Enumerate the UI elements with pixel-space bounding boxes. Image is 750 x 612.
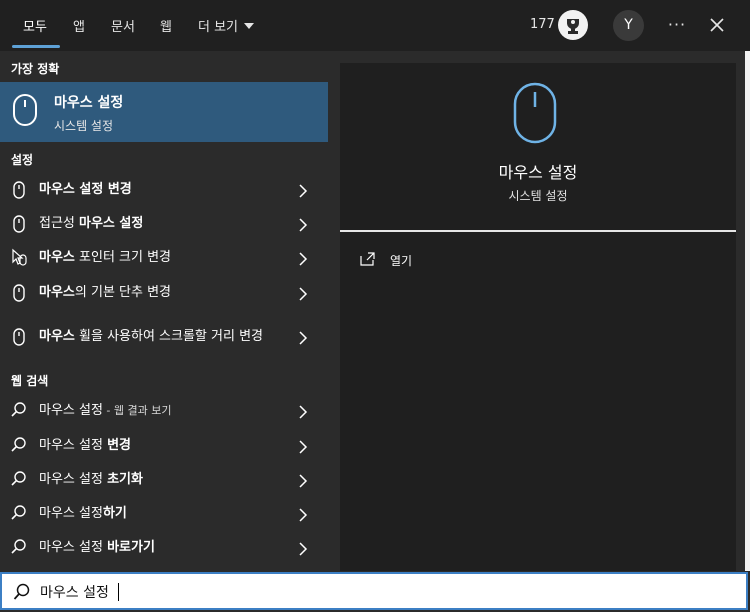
label-part: 마우스 설정 [79, 216, 144, 231]
web-search-item[interactable]: 마우스 설정 - 웹 결과 보기 [0, 394, 328, 428]
chevron-right-icon[interactable] [298, 439, 308, 454]
label-part: 초기화 [107, 472, 143, 487]
text-cursor [118, 583, 119, 601]
tab-all[interactable]: 모두 [23, 16, 47, 35]
search-icon [13, 583, 30, 600]
web-search-item-label: 마우스 설정하기 [39, 504, 279, 524]
open-action-label: 열기 [390, 254, 413, 268]
rewards-points: 177 [530, 17, 555, 32]
open-icon [360, 252, 375, 266]
settings-item[interactable]: 마우스 설정 변경 [0, 173, 328, 207]
search-icon [10, 538, 28, 558]
settings-item-label: 마우스의 기본 단추 변경 [39, 283, 279, 303]
pointer-icon [10, 248, 28, 268]
best-match-title: 마우스 설정 [54, 95, 124, 111]
label-part: 마우스 설정 [39, 540, 108, 555]
web-search-item[interactable]: 마우스 설정하기 [0, 497, 328, 531]
settings-item[interactable]: 마우스 포인터 크기 변경 [0, 241, 328, 275]
label-part: 하기 [102, 506, 127, 521]
chevron-right-icon[interactable] [298, 473, 308, 488]
tab-documents[interactable]: 문서 [111, 16, 135, 35]
settings-item-label: 접근성 마우스 설정 [39, 214, 279, 234]
settings-item[interactable]: 마우스 휠을 사용하여 스크롤할 거리 변경 [0, 312, 328, 362]
chevron-right-icon[interactable] [298, 251, 308, 266]
web-search-item[interactable]: 마우스 설정 변경 [0, 429, 328, 463]
open-action[interactable]: 열기 [360, 250, 480, 272]
chevron-right-icon[interactable] [298, 404, 308, 419]
mouse-icon [10, 180, 28, 200]
results-panel: 가장 정확 마우스 설정 시스템 설정 설정 마우스 설정 변경 접근성 마우스 … [0, 51, 328, 571]
more-options-icon[interactable]: ··· [667, 10, 687, 40]
label-part: 마우스 설정 [39, 472, 108, 487]
best-match-subtitle: 시스템 설정 [54, 119, 114, 133]
mouse-icon [10, 214, 28, 234]
search-icon [10, 436, 28, 456]
settings-item-label: 마우스 포인터 크기 변경 [39, 248, 279, 268]
label-part: - 웹 결과 보기 [102, 404, 172, 417]
settings-item-label: 마우스 휠을 사용하여 스크롤할 거리 변경 [39, 327, 279, 347]
label-part: 마우스 설정 [39, 438, 108, 453]
mouse-icon [513, 82, 557, 144]
chevron-right-icon[interactable] [298, 183, 308, 198]
search-bar [0, 572, 748, 610]
web-search-item[interactable]: 마우스 설정 초기화 [0, 463, 328, 497]
preview-subtitle: 시스템 설정 [508, 189, 568, 203]
preview-title: 마우스 설정 [498, 163, 578, 182]
best-match-heading: 가장 정확 [11, 62, 60, 76]
settings-item[interactable]: 접근성 마우스 설정 [0, 207, 328, 241]
label-part: 의 기본 단추 변경 [74, 285, 172, 300]
close-icon[interactable] [703, 11, 731, 39]
label-part: 마우스 [39, 285, 75, 300]
background-window-edge [745, 51, 750, 571]
settings-item[interactable]: 마우스의 기본 단추 변경 [0, 276, 328, 310]
search-icon [10, 470, 28, 490]
label-part: 마우스 설정 [39, 403, 103, 418]
best-match-item[interactable]: 마우스 설정 시스템 설정 [0, 82, 328, 142]
web-search-item-label: 마우스 설정 바로가기 [39, 538, 279, 558]
chevron-right-icon[interactable] [298, 217, 308, 232]
search-input[interactable] [40, 580, 720, 604]
tab-more-label: 더 보기 [198, 20, 239, 35]
label-part: 포인터 크기 변경 [74, 250, 172, 265]
tab-more[interactable]: 더 보기 [198, 16, 255, 35]
mouse-icon [13, 94, 37, 126]
web-search-item-label: 마우스 설정 변경 [39, 436, 279, 456]
web-search-item-label: 마우스 설정 - 웹 결과 보기 [39, 401, 279, 421]
chevron-right-icon[interactable] [298, 330, 308, 345]
rewards-icon[interactable] [558, 10, 588, 40]
tab-apps[interactable]: 앱 [73, 16, 85, 35]
label-part: 마우스 설정 [39, 506, 103, 521]
chevron-right-icon[interactable] [298, 541, 308, 556]
tab-web[interactable]: 웹 [160, 16, 172, 35]
chevron-right-icon[interactable] [298, 507, 308, 522]
search-icon [10, 504, 28, 524]
label-part: 마우스 [39, 250, 75, 265]
chevron-down-icon [244, 23, 255, 29]
settings-heading: 설정 [11, 153, 34, 167]
label-part: 마우스 설정 변경 [39, 182, 132, 197]
web-search-heading: 웹 검색 [11, 374, 49, 388]
active-tab-indicator [12, 45, 60, 48]
top-bar: 모두 앱 문서 웹 더 보기 177 Y ··· [0, 0, 750, 51]
mouse-icon [10, 283, 28, 303]
web-search-item-label: 마우스 설정 초기화 [39, 470, 279, 490]
label-part: 마우스 [39, 329, 75, 344]
web-search-item[interactable]: 마우스 설정 바로가기 [0, 531, 328, 565]
chevron-right-icon[interactable] [298, 286, 308, 301]
label-part: 변경 [107, 438, 131, 453]
label-part: 바로가기 [107, 540, 155, 555]
search-icon [10, 401, 28, 421]
mouse-icon [10, 327, 28, 347]
label-part: 접근성 [39, 216, 80, 231]
avatar[interactable]: Y [613, 10, 644, 41]
preview-panel: 마우스 설정 시스템 설정 열기 [340, 63, 736, 571]
settings-item-label: 마우스 설정 변경 [39, 180, 279, 200]
label-part: 휠을 사용하여 스크롤할 거리 변경 [74, 329, 263, 344]
divider [340, 230, 736, 232]
